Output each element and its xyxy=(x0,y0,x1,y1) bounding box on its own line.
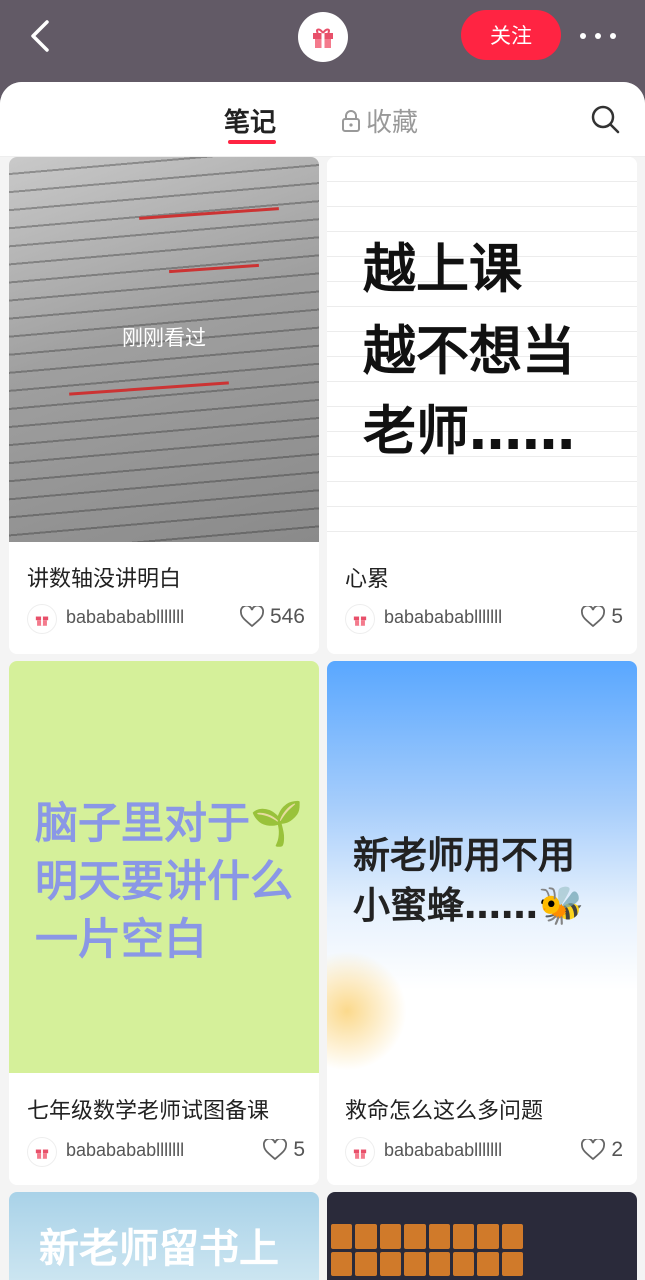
like-button[interactable]: 546 xyxy=(239,605,305,629)
note-card[interactable]: 脑子里对于🌱 明天要讲什么 一片空白 七年级数学老师试图备课 babababab… xyxy=(9,661,319,1185)
like-button[interactable]: 5 xyxy=(581,605,623,629)
like-button[interactable]: 2 xyxy=(581,1138,623,1162)
top-bar: 关注 xyxy=(0,0,645,84)
tab-favorites[interactable]: 收藏 xyxy=(340,102,418,139)
author-avatar xyxy=(345,1137,375,1167)
heart-icon xyxy=(581,1139,606,1161)
author-name: babababablllllll xyxy=(66,607,185,627)
image-text-line: 越不想当 xyxy=(363,321,575,382)
note-card[interactable]: 新老师用不用 小蜜蜂……🐝 救命怎么这么多问题 babababablllllll… xyxy=(327,661,637,1185)
note-title: 讲数轴没讲明白 xyxy=(27,567,182,592)
gift-icon xyxy=(35,616,49,626)
author-avatar xyxy=(27,1137,57,1167)
image-text-line: 小蜜蜂……🐝 xyxy=(353,884,585,927)
note-title: 心累 xyxy=(345,567,390,592)
gift-icon xyxy=(353,616,367,626)
image-text-line: 越上课 xyxy=(363,239,522,300)
image-text-line: 一片空白 xyxy=(35,915,207,965)
tab-indicator xyxy=(228,140,276,144)
gift-icon xyxy=(313,28,333,48)
note-title: 救命怎么这么多问题 xyxy=(345,1099,544,1124)
heart-icon xyxy=(239,606,264,628)
like-count: 2 xyxy=(611,1138,623,1161)
tab-favorites-label: 收藏 xyxy=(366,108,419,138)
note-image: 新老师用不用 小蜜蜂……🐝 xyxy=(327,661,637,1073)
lock-icon xyxy=(342,109,360,132)
heart-icon xyxy=(581,606,606,628)
note-image: 越上课 越不想当 老师…… xyxy=(327,157,637,542)
like-count: 5 xyxy=(293,1138,305,1161)
author-name: babababablllllll xyxy=(66,1140,185,1160)
gift-icon xyxy=(35,1149,49,1159)
image-text-line: 明天要讲什么 xyxy=(35,857,293,907)
note-card[interactable]: 新老师留书上 xyxy=(9,1192,319,1280)
more-icon[interactable] xyxy=(576,22,620,50)
like-button[interactable]: 5 xyxy=(263,1138,305,1162)
back-icon[interactable] xyxy=(22,16,62,56)
note-image: 脑子里对于🌱 明天要讲什么 一片空白 xyxy=(9,661,319,1073)
follow-button[interactable]: 关注 xyxy=(461,10,561,60)
note-image: 刚刚看过 xyxy=(9,157,319,542)
note-card[interactable]: 越上课 越不想当 老师…… 心累 babababablllllll 5 xyxy=(327,157,637,654)
like-count: 5 xyxy=(611,605,623,628)
content-sheet: 笔记 收藏 刚刚看过 讲数轴没讲明白 babababablllllll 546 … xyxy=(0,82,645,1280)
image-text-line: 脑子里对于🌱 xyxy=(35,799,304,849)
note-card[interactable]: 刚刚看过 讲数轴没讲明白 babababablllllll 546 xyxy=(9,157,319,654)
image-text-line: 新老师留书上 xyxy=(39,1226,279,1272)
author-avatar xyxy=(345,604,375,634)
note-image: 新老师留书上 xyxy=(9,1192,319,1280)
note-title: 七年级数学老师试图备课 xyxy=(27,1099,270,1124)
image-text-line: 新老师用不用 xyxy=(353,834,575,877)
author-name: babababablllllll xyxy=(384,1140,503,1160)
author-avatar xyxy=(27,604,57,634)
tab-bar: 笔记 收藏 xyxy=(0,82,645,157)
avatar[interactable] xyxy=(298,12,348,62)
image-text-line: 老师…… xyxy=(363,401,575,462)
like-count: 546 xyxy=(269,605,305,628)
tab-notes[interactable]: 笔记 xyxy=(224,102,276,139)
author-name: babababablllllll xyxy=(384,607,503,627)
note-card[interactable] xyxy=(327,1192,637,1280)
heart-icon xyxy=(263,1139,288,1161)
gift-icon xyxy=(353,1149,367,1159)
viewed-label: 刚刚看过 xyxy=(122,326,206,350)
search-icon[interactable] xyxy=(590,104,620,134)
note-image xyxy=(327,1192,637,1280)
